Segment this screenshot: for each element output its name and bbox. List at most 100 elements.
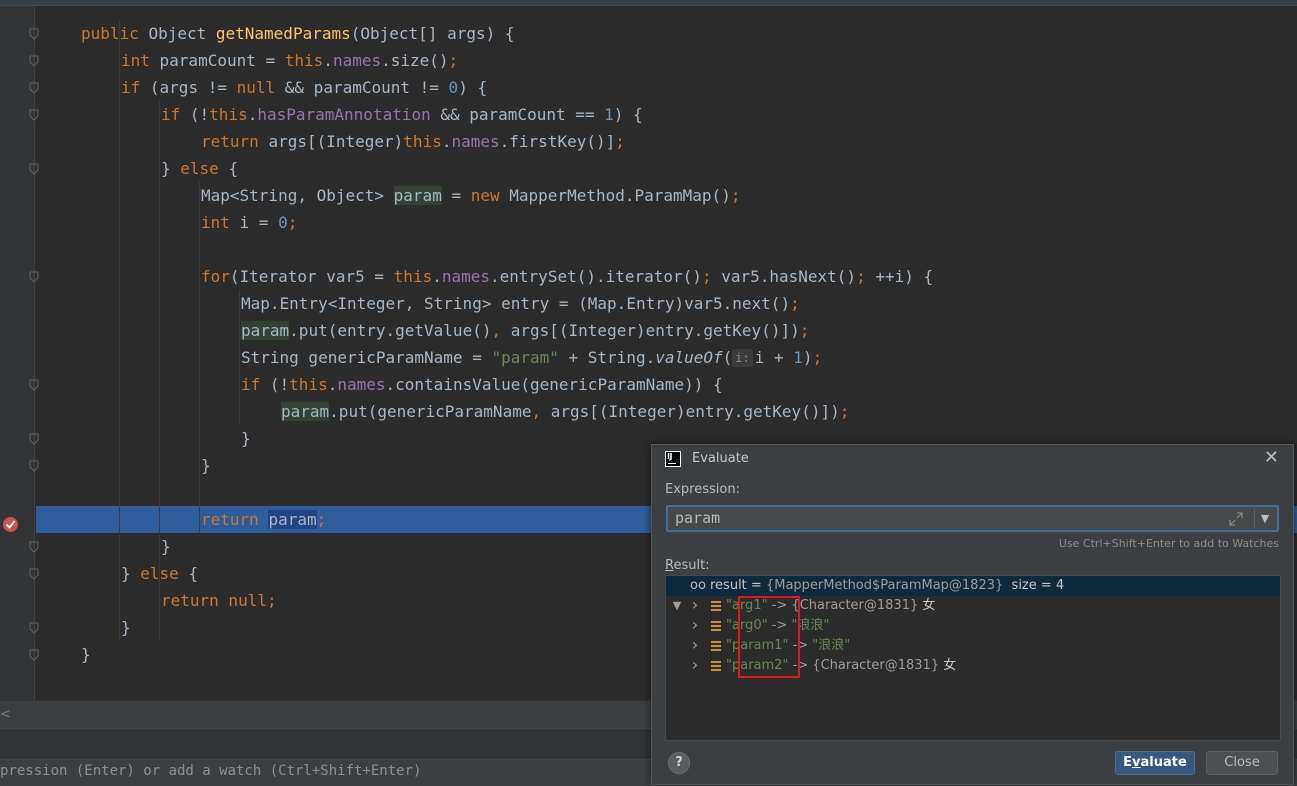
- collapse-arrow-icon[interactable]: <: [0, 707, 11, 722]
- code-token: 0: [448, 78, 459, 97]
- code-token: names: [337, 375, 386, 394]
- entry-char: 女: [918, 598, 936, 613]
- code-token: ;: [839, 402, 850, 421]
- dropdown-separator: [1254, 509, 1255, 528]
- code-token: 0: [278, 213, 288, 232]
- code-token: names: [441, 267, 491, 286]
- result-tree[interactable]: ▼ oo result = {MapperMethod$ParamMap@182…: [665, 575, 1281, 741]
- code-token: String genericParamName =: [241, 348, 492, 367]
- chevron-right-icon[interactable]: ›: [689, 596, 701, 614]
- code-line[interactable]: }: [201, 452, 211, 479]
- evaluate-dialog: IJ Evaluate ✕ Expression: param ▼ Use Ct…: [651, 444, 1294, 785]
- editor-gutter[interactable]: [0, 6, 39, 700]
- code-token: return: [201, 510, 269, 529]
- result-label: Result:: [665, 558, 710, 573]
- code-token: public: [81, 24, 149, 43]
- code-line[interactable]: }: [161, 533, 171, 560]
- map-entry-icon: [711, 601, 721, 611]
- code-token: valueOf: [655, 348, 723, 367]
- code-token: param: [241, 321, 290, 340]
- result-root-text: result = {MapperMethod$ParamMap@1823} si…: [710, 578, 1065, 593]
- code-line[interactable]: for(Iterator var5 = this.names.entrySet(…: [201, 263, 933, 290]
- code-token: ;: [615, 132, 625, 151]
- expression-value[interactable]: param: [675, 509, 720, 527]
- code-token: MapperMethod.ParamMap(): [509, 186, 731, 205]
- code-token: ) {: [458, 78, 488, 97]
- code-token: return: [201, 132, 269, 151]
- code-token: args[(Integer)entry.getKey()]): [550, 402, 840, 421]
- code-token: + String.: [568, 348, 656, 367]
- code-line[interactable]: if (args != null && paramCount != 0) {: [121, 74, 487, 101]
- chevron-right-icon[interactable]: ›: [689, 636, 701, 654]
- code-token: 1: [793, 348, 803, 367]
- code-token: ,: [531, 402, 551, 421]
- dialog-title: Evaluate: [692, 451, 749, 466]
- chevron-right-icon[interactable]: ›: [689, 656, 701, 674]
- code-line[interactable]: return null;: [161, 587, 277, 614]
- help-button[interactable]: ?: [668, 752, 690, 774]
- code-token: }: [121, 564, 141, 583]
- code-line[interactable]: Map.Entry<Integer, String> entry = (Map.…: [241, 290, 800, 317]
- close-icon[interactable]: ✕: [1264, 448, 1279, 468]
- code-token: .size(): [381, 51, 449, 70]
- code-token: return null;: [161, 591, 277, 610]
- entry-value: "浪浪": [812, 638, 851, 653]
- code-token: (: [722, 348, 733, 367]
- result-root-row[interactable]: ▼ oo result = {MapperMethod$ParamMap@182…: [666, 576, 1280, 612]
- code-line[interactable]: if (!this.hasParamAnnotation && paramCou…: [161, 101, 643, 128]
- code-token: args[(Integer): [268, 132, 404, 151]
- code-token: null: [236, 78, 285, 97]
- code-line[interactable]: } else {: [121, 560, 198, 587]
- code-token: .: [327, 375, 338, 394]
- code-token: new: [470, 186, 510, 205]
- map-entry-icon: [711, 641, 721, 651]
- code-line[interactable]: }: [241, 425, 251, 452]
- code-line[interactable]: return param;: [201, 506, 326, 533]
- indent-guide: [239, 290, 240, 425]
- code-token: getNamedParams: [215, 24, 351, 43]
- code-token: {: [188, 564, 199, 583]
- code-line[interactable]: int i = 0;: [201, 209, 297, 236]
- expression-input[interactable]: param ▼: [666, 505, 1279, 532]
- close-button[interactable]: Close: [1206, 751, 1278, 775]
- code-line[interactable]: if (!this.names.containsValue(genericPar…: [241, 371, 723, 398]
- code-token: ;: [812, 348, 823, 367]
- breakpoint-icon[interactable]: [2, 516, 19, 533]
- code-token: ;: [799, 321, 810, 340]
- code-line[interactable]: int paramCount = this.names.size();: [121, 47, 458, 74]
- code-token: else: [140, 564, 189, 583]
- code-line[interactable]: public Object getNamedParams(Object[] ar…: [81, 20, 515, 47]
- code-token: Map<String, Object>: [201, 186, 394, 205]
- code-token: args[(Integer)entry.getKey()]): [510, 321, 800, 340]
- code-token: ;: [730, 186, 741, 205]
- code-token: }: [241, 429, 251, 448]
- code-token: .put(genericParamName: [329, 402, 532, 421]
- code-token: .: [247, 105, 258, 124]
- code-line[interactable]: return args[(Integer)this.names.firstKey…: [201, 128, 625, 155]
- parameter-hint: i:: [732, 349, 753, 367]
- expand-editor-icon[interactable]: [1229, 511, 1243, 526]
- code-line[interactable]: String genericParamName = "param" + Stri…: [241, 344, 822, 371]
- code-token: param: [268, 510, 317, 529]
- code-line[interactable]: param.put(entry.getValue(), args[(Intege…: [241, 317, 809, 344]
- code-line[interactable]: } else {: [161, 155, 238, 182]
- evaluate-button[interactable]: Evaluate: [1115, 751, 1195, 775]
- code-line[interactable]: param.put(genericParamName, args[(Intege…: [281, 398, 849, 425]
- code-token: && paramCount ==: [440, 105, 605, 124]
- entry-value: {Character@1831}: [791, 598, 919, 613]
- code-token: 1: [604, 105, 614, 124]
- map-entry-icon: [711, 661, 721, 671]
- history-dropdown-icon[interactable]: ▼: [1256, 508, 1274, 529]
- code-token: this: [393, 267, 433, 286]
- code-token: var5.hasNext(): [721, 267, 857, 286]
- code-line[interactable]: }: [81, 641, 91, 668]
- code-token: if: [241, 375, 270, 394]
- code-token: param: [281, 402, 330, 421]
- indent-guide: [199, 182, 200, 533]
- code-line[interactable]: }: [121, 614, 131, 641]
- chevron-right-icon[interactable]: ›: [689, 616, 701, 634]
- code-token: .: [323, 51, 333, 70]
- code-line[interactable]: Map<String, Object> param = new MapperMe…: [201, 182, 740, 209]
- code-token: for: [201, 267, 230, 286]
- code-token: }: [161, 537, 171, 556]
